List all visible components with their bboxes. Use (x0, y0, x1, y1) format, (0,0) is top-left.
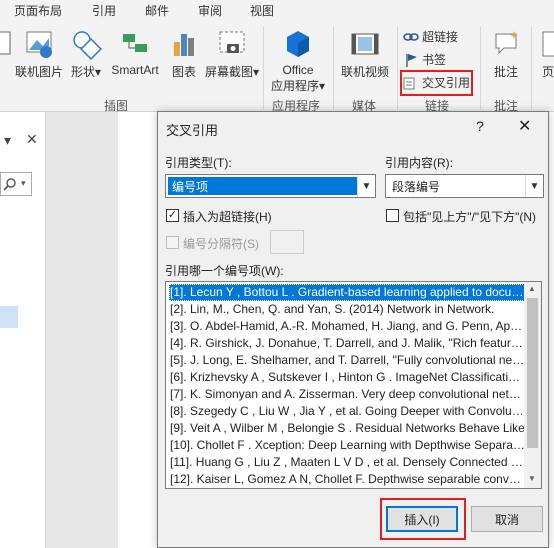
pictures-button-partial[interactable] (0, 30, 12, 61)
comment-icon (495, 31, 518, 55)
search-dropdown-icon[interactable]: ▾ (21, 178, 26, 189)
screenshot-button[interactable]: 屏幕截图▾ (204, 28, 260, 80)
tab-mailings[interactable]: 邮件 (145, 2, 169, 19)
insert-hyperlink-checkbox[interactable]: ✓ (166, 209, 179, 222)
cross-reference-dialog: 交叉引用 ? ✕ 引用类型(T): 编号项 ▼ 引用内容(R): 段落编号 ▼ … (157, 111, 549, 548)
group-separator (397, 26, 398, 110)
reference-content-select[interactable]: 段落编号 ▼ (385, 174, 544, 198)
reference-content-label: 引用内容(R): (385, 156, 453, 170)
list-item[interactable]: [1]. Lecun Y , Bottou L . Gradient-based… (169, 284, 525, 301)
bookmark-button[interactable]: 书签 (403, 51, 446, 68)
list-item[interactable]: [2]. Lin, M., Chen, Q. and Yan, S. (2014… (169, 301, 525, 318)
close-icon[interactable]: ✕ (518, 116, 531, 136)
reference-content-value: 段落编号 (392, 180, 441, 194)
dialog-title: 交叉引用 (166, 123, 219, 138)
group-separator (333, 26, 334, 110)
separator-label: 编号分隔符(S) (183, 237, 259, 251)
list-item[interactable]: [6]. Krizhevsky A , Sutskever I , Hinton… (169, 369, 525, 386)
list-item[interactable]: [4]. R. Girshick, J. Donahue, T. Darrell… (169, 335, 525, 352)
page-icon (542, 31, 554, 57)
nav-search-box[interactable]: ▾ (0, 172, 32, 196)
highlight-cross-reference (400, 70, 473, 96)
list-item[interactable]: [5]. J. Long, E. Shelhamer, and T. Darre… (169, 352, 525, 369)
chart-button[interactable]: 图表 (166, 28, 202, 80)
comment-button[interactable]: 批注 (484, 28, 528, 80)
reference-type-label: 引用类型(T): (165, 156, 232, 170)
online-pictures-button[interactable]: 联机图片 (14, 28, 64, 80)
header-button-partial[interactable]: 页 (541, 28, 554, 80)
tab-view[interactable]: 视图 (250, 2, 274, 19)
insert-hyperlink-label: 插入为超链接(H) (183, 210, 272, 224)
shapes-icon (73, 31, 102, 60)
list-item[interactable]: [3]. O. Abdel-Hamid, A.-R. Mohamed, H. J… (169, 318, 525, 335)
nav-pane-close-icon[interactable]: ✕ (26, 131, 38, 148)
online-pictures-label: 联机图片 (14, 65, 63, 79)
chevron-down-icon: ▼ (357, 175, 375, 197)
office-apps-label-1: Office (282, 63, 314, 77)
chart-icon (174, 34, 194, 56)
nav-pane-dropdown[interactable]: ▾ (4, 132, 11, 149)
screenshot-icon (219, 31, 245, 53)
tab-references[interactable]: 引用 (92, 2, 116, 19)
ribbon: 页面布局 引用 邮件 审阅 视图 联机图片 形状▾ SmartArt 图表 屏幕… (0, 0, 554, 113)
tab-page-layout[interactable]: 页面布局 (14, 2, 62, 19)
screenshot-label: 屏幕截图▾ (204, 65, 260, 79)
hyperlink-button[interactable]: 超链接 (403, 28, 458, 45)
list-item[interactable]: [9]. Veit A , Wilber M , Belongie S . Re… (169, 420, 525, 437)
online-picture-icon (26, 31, 52, 58)
scroll-up-icon[interactable]: ▲ (528, 284, 536, 293)
highlight-insert-button (380, 498, 466, 540)
online-video-label: 联机视频 (340, 65, 389, 79)
search-icon (3, 178, 16, 191)
nav-heading-selected[interactable] (0, 306, 18, 328)
scroll-down-icon[interactable]: ▼ (528, 474, 536, 483)
smartart-icon (123, 34, 147, 52)
bookmark-label: 书签 (422, 53, 447, 67)
list-scrollbar[interactable]: ▲ ▼ (524, 282, 541, 488)
numbered-items-list[interactable]: [1]. Lecun Y , Bottou L . Gradient-based… (165, 281, 542, 489)
help-icon[interactable]: ? (476, 118, 484, 134)
video-icon (351, 33, 379, 55)
hyperlink-label: 超链接 (422, 30, 459, 44)
shapes-label: 形状▾ (70, 65, 102, 79)
bookmark-icon (406, 53, 417, 67)
reference-type-select[interactable]: 编号项 ▼ (165, 174, 376, 198)
hyperlink-icon (403, 32, 419, 41)
chart-label: 图表 (171, 65, 196, 79)
list-item[interactable]: [11]. Huang G , Liu Z , Maaten L V D , e… (169, 454, 525, 471)
group-separator (480, 26, 481, 110)
list-item[interactable]: [7]. K. Simonyan and A. Zisserman. Very … (169, 386, 525, 403)
smartart-label: SmartArt (111, 63, 159, 77)
tab-review[interactable]: 审阅 (198, 2, 222, 19)
list-item[interactable]: [12]. Kaiser L, Gomez A N, Chollet F. De… (169, 471, 525, 488)
navigation-pane: ▾ ✕ ▾ (0, 112, 46, 548)
cancel-button[interactable]: 取消 (471, 506, 543, 532)
chevron-down-icon: ▼ (525, 175, 543, 197)
scrollbar-thumb[interactable] (527, 298, 538, 448)
include-above-below-checkbox[interactable] (386, 209, 399, 222)
comment-label: 批注 (493, 65, 518, 79)
separator-checkbox[interactable] (166, 236, 179, 249)
office-store-icon (287, 31, 309, 57)
group-separator (263, 26, 264, 110)
picture-icon (0, 31, 11, 55)
header-partial-label: 页 (541, 65, 554, 79)
shapes-button[interactable]: 形状▾ (66, 28, 106, 80)
which-item-label: 引用哪一个编号项(W): (165, 264, 284, 278)
list-item[interactable]: [8]. Szegedy C , Liu W , Jia Y , et al. … (169, 403, 525, 420)
office-apps-label-2: 应用程序▾ (270, 79, 326, 93)
menu-bar: 页面布局 引用 邮件 审阅 视图 (0, 0, 554, 20)
include-above-below-label: 包括"见上方"/"见下方"(N) (403, 210, 537, 224)
separator-input[interactable] (270, 230, 304, 254)
smartart-button[interactable]: SmartArt (108, 28, 162, 77)
online-video-button[interactable]: 联机视频 (336, 28, 394, 80)
group-separator (531, 26, 532, 110)
reference-type-value: 编号项 (168, 177, 358, 195)
list-item[interactable]: [10]. Chollet F . Xception: Deep Learnin… (169, 437, 525, 454)
office-apps-button[interactable]: Office 应用程序▾ (266, 28, 330, 94)
